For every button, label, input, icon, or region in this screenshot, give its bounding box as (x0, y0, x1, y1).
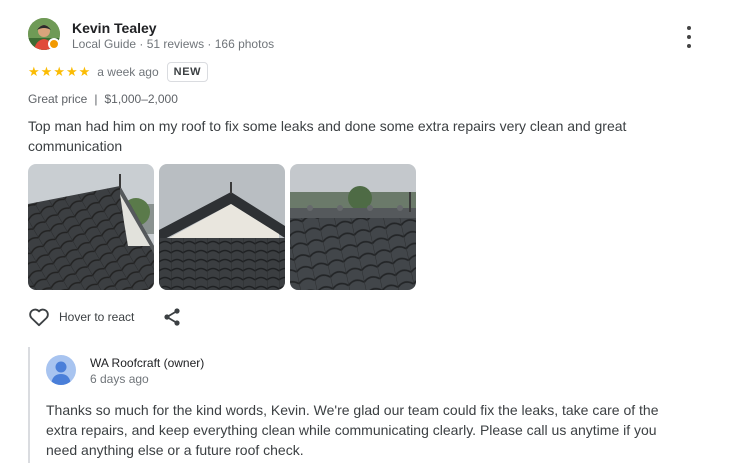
star-icon: ★ (40, 64, 53, 79)
new-badge: NEW (166, 62, 209, 82)
review-photo[interactable] (28, 164, 154, 290)
owner-avatar[interactable] (46, 355, 76, 385)
price-range: $1,000–2,000 (104, 92, 178, 106)
dot (687, 35, 691, 39)
roof-photo-1 (28, 164, 154, 290)
dot (687, 26, 691, 30)
price-label: Great price (28, 92, 88, 106)
roof-photo-3 (290, 164, 416, 290)
review-date: a week ago (97, 65, 159, 79)
owner-name: WA Roofcraft (owner) (90, 356, 205, 370)
reviewer-meta: Local Guide · 51 reviews · 166 photos (72, 37, 275, 51)
owner-reply-date: 6 days ago (90, 372, 149, 386)
star-icon: ★ (78, 64, 91, 79)
dot (687, 44, 691, 48)
owner-reply-text: Thanks so much for the kind words, Kevin… (46, 402, 659, 458)
rating-row: ★ ★ ★ ★ ★ a week ago NEW (28, 62, 698, 82)
review-actions: Hover to react (28, 305, 698, 329)
owner-reply: WA Roofcraft (owner) 6 days ago Thanks s… (28, 347, 686, 463)
star-icon: ★ (65, 64, 78, 79)
reviewer-avatar[interactable] (28, 18, 62, 52)
owner-header: WA Roofcraft (owner) 6 days ago (46, 355, 686, 387)
review-text: Top man had him on my roof to fix some l… (28, 118, 627, 154)
review-photo[interactable] (290, 164, 416, 290)
reviewer-name[interactable]: Kevin Tealey (72, 20, 274, 36)
heart-icon[interactable] (28, 307, 50, 327)
star-rating: ★ ★ ★ ★ ★ (28, 64, 91, 80)
more-options-icon[interactable] (680, 26, 698, 48)
star-icon: ★ (53, 64, 65, 79)
price-separator: | (94, 92, 98, 106)
local-guide-badge-icon (48, 38, 60, 50)
star-icon: ★ (28, 64, 40, 79)
roof-photo-2 (159, 164, 285, 290)
review-photos (28, 164, 698, 290)
reviewer-header: Kevin Tealey Local Guide · 51 reviews · … (28, 18, 698, 52)
review-card: Kevin Tealey Local Guide · 51 reviews · … (28, 18, 698, 329)
react-label[interactable]: Hover to react (59, 310, 134, 324)
share-icon[interactable] (163, 307, 181, 327)
price-row: Great price | $1,000–2,000 (28, 92, 698, 106)
review-photo[interactable] (159, 164, 285, 290)
